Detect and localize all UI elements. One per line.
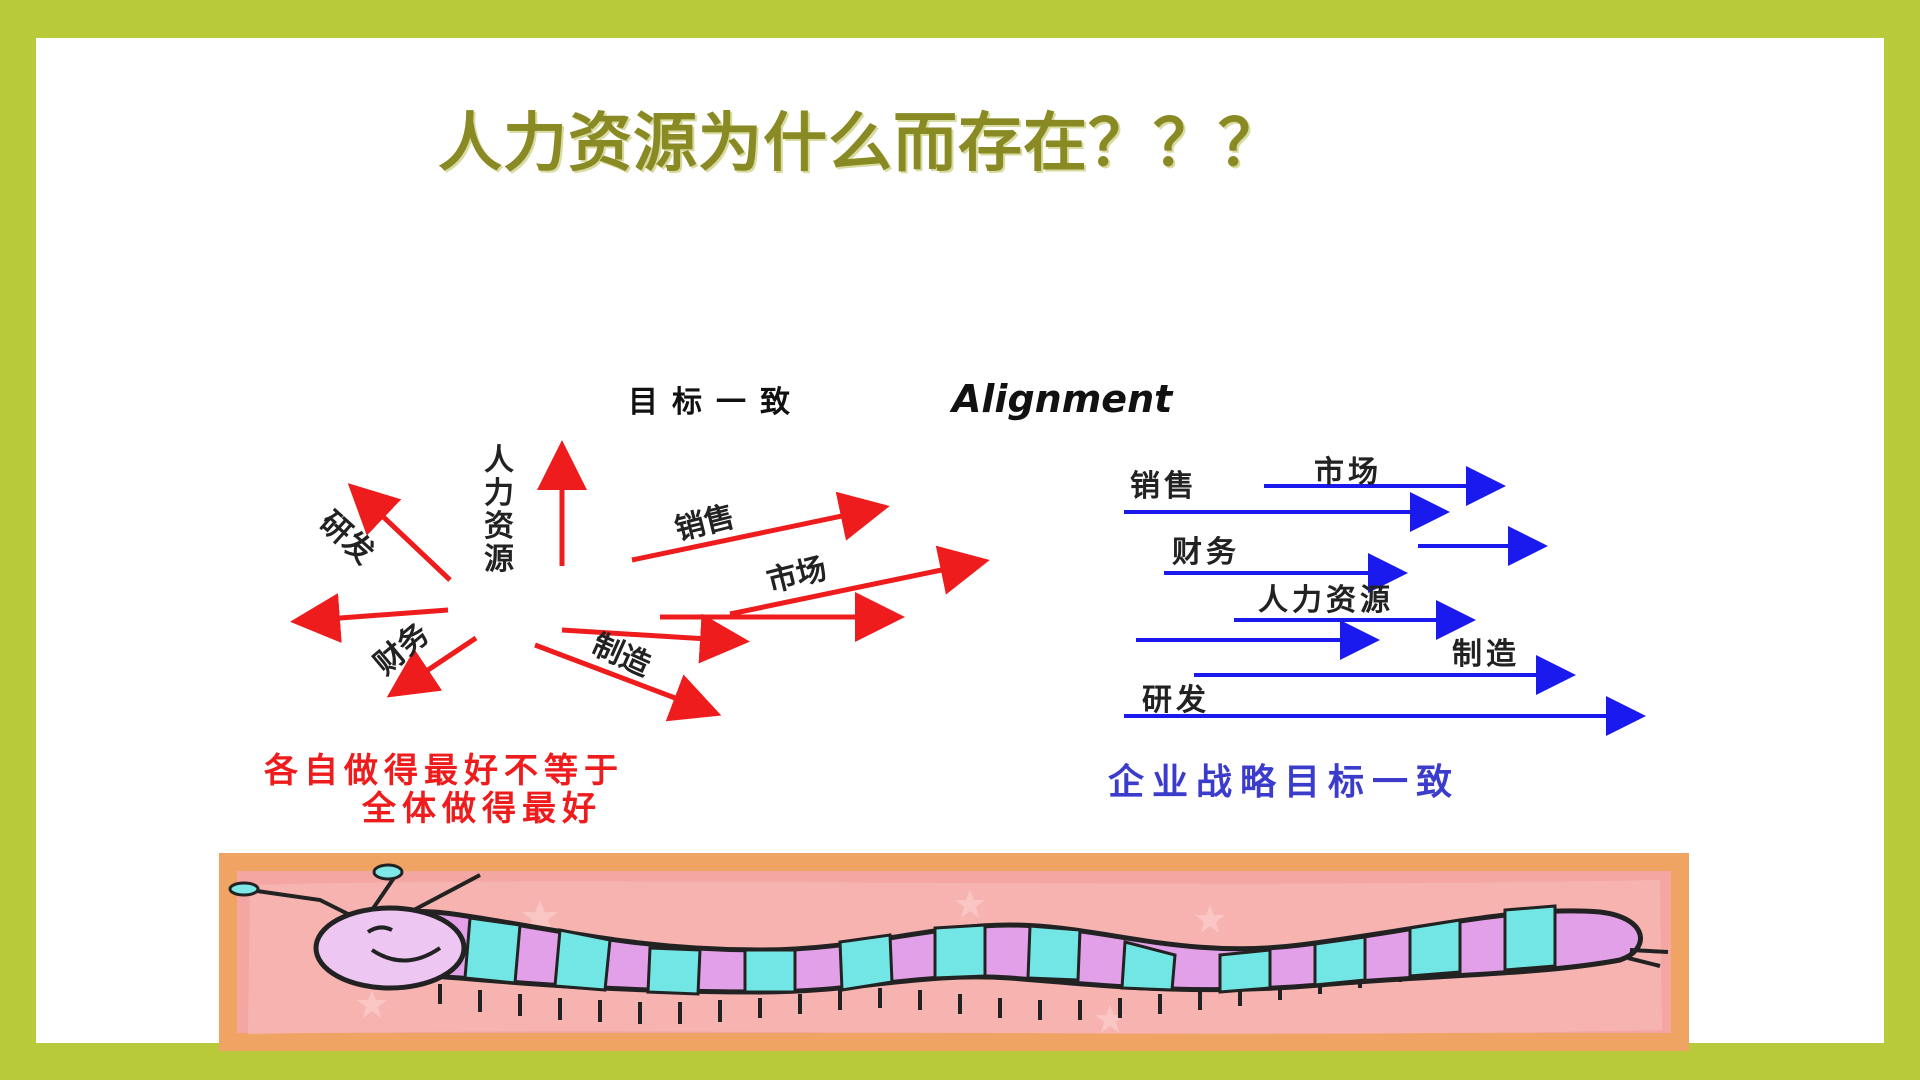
label-left-hr: 人 力 资 源: [484, 443, 524, 577]
red-arrow-manufacture-short: [561, 613, 750, 664]
label-right-manufacturing: 制造: [1452, 637, 1520, 672]
label-left-rd: 研发: [313, 505, 381, 571]
right-caption: 企业战略目标一致: [1108, 761, 1460, 803]
diagram-heading-en: Alignment: [949, 377, 1174, 421]
caterpillar-head: [313, 905, 467, 991]
label-right-sales: 销售: [1130, 469, 1198, 504]
caterpillar-antenna-tip: [228, 881, 260, 897]
label-left-market: 市场: [763, 551, 830, 599]
label-right-finance: 财务: [1172, 535, 1240, 570]
left-label-group: 人 力 资 源 研发 销售 市场 财务 制造: [313, 443, 831, 684]
left-caption-line2: 全体做得最好: [361, 789, 602, 829]
caterpillar-antenna-tip: [372, 863, 404, 881]
label-right-hr: 人力资源: [1258, 583, 1394, 618]
label-right-market: 市场: [1314, 455, 1382, 490]
red-arrow-sales: [631, 491, 890, 563]
slide-canvas: 目标一致 Alignment 人 力 资 源 研发 销售 市场 财务 制造 各自…: [219, 377, 1689, 1051]
diagram-heading-cn: 目标一致: [628, 385, 804, 420]
left-caption-line1: 各自做得最好不等于: [264, 751, 624, 791]
red-arrow-left: [290, 593, 449, 643]
caterpillar-illustration: [219, 853, 1689, 1051]
right-label-group: 销售 市场 财务 人力资源 制造 研发: [1130, 455, 1520, 718]
label-right-rd: 研发: [1142, 683, 1210, 718]
